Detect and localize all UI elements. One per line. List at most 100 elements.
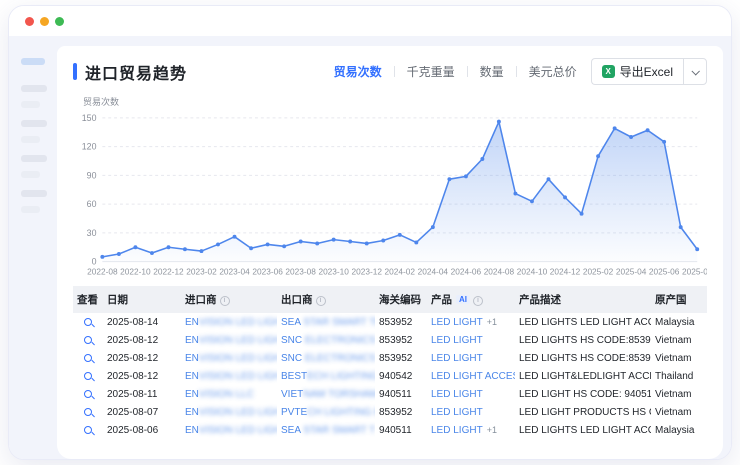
trend-chart-canvas[interactable]: 03060901201502022-082022-102022-122023-0… <box>73 110 707 278</box>
sidebar-menu-item-skeleton[interactable] <box>21 206 40 213</box>
sidebar-menu-item-skeleton[interactable] <box>21 120 47 127</box>
product-link[interactable]: LED LIGHT <box>431 335 483 346</box>
data-point[interactable] <box>348 240 352 244</box>
product-link[interactable]: LED LIGHT <box>431 425 483 436</box>
trend-chart[interactable]: 贸易次数 03060901201502022-082022-102022-122… <box>73 95 707 278</box>
exporter-link[interactable]: VIETNAM TORSHAMB <box>281 389 375 400</box>
data-point[interactable] <box>613 126 617 130</box>
data-point[interactable] <box>480 157 484 161</box>
data-point[interactable] <box>662 140 666 144</box>
data-point[interactable] <box>200 249 204 253</box>
magnifier-icon[interactable] <box>84 372 92 380</box>
data-point[interactable] <box>249 246 253 250</box>
metric-tab-4[interactable]: 美元总价 <box>529 61 577 82</box>
magnifier-icon[interactable] <box>84 354 92 362</box>
sidebar-menu-item-skeleton[interactable] <box>21 85 47 92</box>
data-point[interactable] <box>679 225 683 229</box>
metric-tab-3[interactable]: 数量 <box>480 61 504 82</box>
product-link[interactable]: LED LIGHT ACCESSORY <box>431 371 515 382</box>
table-row: 2025-08-12ENVISION LED LIGHTING L...BEST… <box>73 367 707 385</box>
data-point[interactable] <box>629 135 633 139</box>
importer-link[interactable]: ENVISION LED LIGHTING L... <box>185 371 277 382</box>
data-point[interactable] <box>167 245 171 249</box>
product-link[interactable]: LED LIGHT <box>431 353 483 364</box>
importer-link[interactable]: ENVISION LLC <box>185 389 254 400</box>
data-point[interactable] <box>596 154 600 158</box>
page-title: 进口贸易趋势 <box>85 60 187 84</box>
exporter-link[interactable]: SNC ELECTRONICS VIET... <box>281 335 375 346</box>
sidebar-menu-item-skeleton[interactable] <box>21 101 40 108</box>
exporter-link[interactable]: BESTECH LIGHTING THA... <box>281 371 375 382</box>
data-point[interactable] <box>646 128 650 132</box>
data-point[interactable] <box>381 239 385 243</box>
origin-country-cell: Thailand <box>651 367 707 385</box>
exporter-link[interactable]: SNC ELECTRONICS VIET... <box>281 353 375 364</box>
data-point[interactable] <box>332 238 336 242</box>
sidebar-menu-item-skeleton[interactable] <box>21 190 47 197</box>
magnifier-icon[interactable] <box>84 390 92 398</box>
export-excel-button[interactable]: X 导出Excel <box>591 58 683 85</box>
importer-link[interactable]: ENVISION LED LIGHTING L... <box>185 317 277 328</box>
window-zoom-button[interactable] <box>55 17 64 26</box>
description-cell: LED LIGHTS LED LIGHT ACCESSORIES THIS SH… <box>515 421 651 439</box>
exporter-link[interactable]: PVTECH LIGHTING BW VI... <box>281 407 375 418</box>
sidebar-menu-item-skeleton[interactable] <box>21 136 40 143</box>
importer-link[interactable]: ENVISION LED LIGHTING L... <box>185 407 277 418</box>
product-link[interactable]: LED LIGHT <box>431 389 483 400</box>
column-header-label: 产品 <box>431 294 452 306</box>
visible-text: EN <box>185 371 199 382</box>
data-point[interactable] <box>695 247 699 251</box>
data-point[interactable] <box>299 240 303 244</box>
data-point[interactable] <box>563 195 567 199</box>
product-link[interactable]: LED LIGHT <box>431 407 483 418</box>
exporter-link[interactable]: SEA STAR SMART TECH ... <box>281 317 375 328</box>
metric-tab-1[interactable]: 贸易次数 <box>334 61 382 82</box>
magnifier-icon[interactable] <box>84 336 92 344</box>
table-header-row: 查看日期进口商i出口商i海关编码产品AIi产品描述原产国 <box>73 286 707 313</box>
data-point[interactable] <box>464 174 468 178</box>
data-point[interactable] <box>365 241 369 245</box>
info-icon[interactable]: i <box>473 296 483 306</box>
data-point[interactable] <box>233 235 237 239</box>
data-point[interactable] <box>117 252 121 256</box>
data-point[interactable] <box>216 242 220 246</box>
magnifier-icon[interactable] <box>84 318 92 326</box>
y-tick-label: 150 <box>82 113 97 123</box>
data-point[interactable] <box>183 247 187 251</box>
export-dropdown-button[interactable] <box>683 58 707 85</box>
magnifier-icon[interactable] <box>84 426 92 434</box>
data-point[interactable] <box>431 225 435 229</box>
data-point[interactable] <box>530 199 534 203</box>
data-point[interactable] <box>266 242 270 246</box>
exporter-link[interactable]: SEA STAR SMART TCH ... <box>281 425 375 436</box>
data-point[interactable] <box>580 212 584 216</box>
window-close-button[interactable] <box>25 17 34 26</box>
app-window: 进口贸易趋势 贸易次数 千克重量 数量 美元总价 X 导出Excel <box>8 5 732 460</box>
data-point[interactable] <box>513 192 517 196</box>
data-point[interactable] <box>133 245 137 249</box>
data-point[interactable] <box>315 241 319 245</box>
magnifier-icon[interactable] <box>84 408 92 416</box>
info-icon[interactable]: i <box>220 296 230 306</box>
sidebar-menu-item-skeleton[interactable] <box>21 171 40 178</box>
importer-link[interactable]: ENVISION LED LIGHTING L... <box>185 425 277 436</box>
data-point[interactable] <box>150 251 154 255</box>
data-point[interactable] <box>100 255 104 259</box>
sidebar-menu-item-active[interactable] <box>21 58 45 65</box>
data-point[interactable] <box>398 233 402 237</box>
importer-link[interactable]: ENVISION LED LIGHTING L... <box>185 353 277 364</box>
data-point[interactable] <box>547 177 551 181</box>
importer-link[interactable]: ENVISION LED LIGHTING L... <box>185 335 277 346</box>
data-point[interactable] <box>282 244 286 248</box>
data-point[interactable] <box>414 241 418 245</box>
data-point[interactable] <box>497 120 501 124</box>
x-tick-label: 2022-12 <box>153 266 184 276</box>
panel-title-wrap: 进口贸易趋势 <box>73 60 187 84</box>
window-minimize-button[interactable] <box>40 17 49 26</box>
data-point[interactable] <box>447 177 451 181</box>
info-icon[interactable]: i <box>316 296 326 306</box>
sidebar-menu-item-skeleton[interactable] <box>21 155 47 162</box>
product-link[interactable]: LED LIGHT <box>431 317 483 328</box>
product-more-count: +1 <box>487 425 497 435</box>
metric-tab-2[interactable]: 千克重量 <box>407 61 455 82</box>
